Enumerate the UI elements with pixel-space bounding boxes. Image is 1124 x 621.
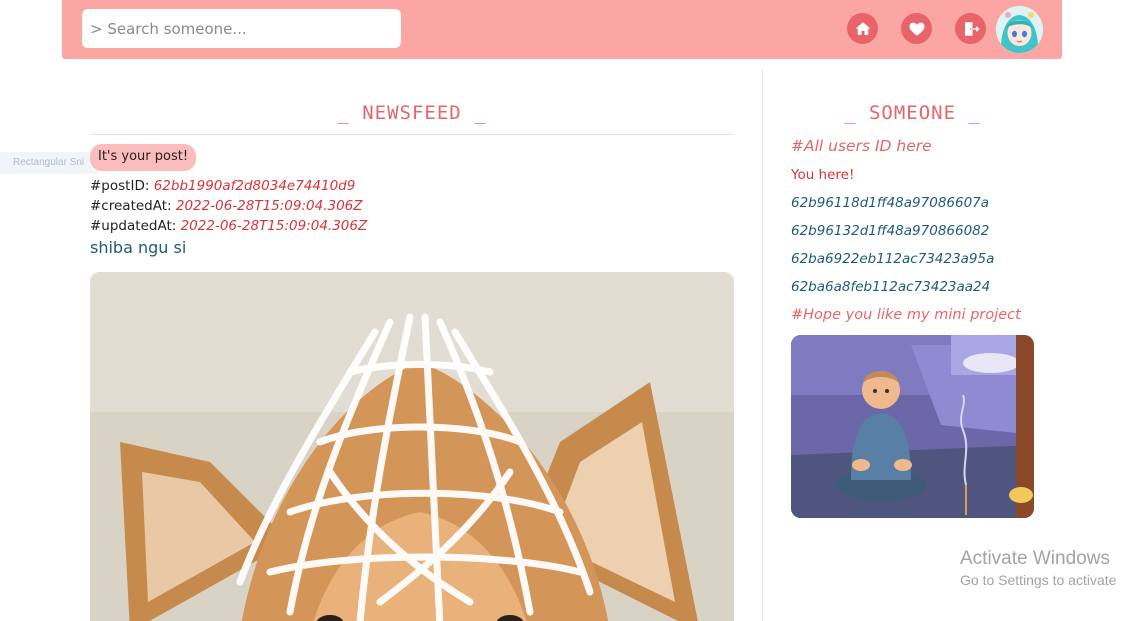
activate-subtitle: Go to Settings to activate — [960, 572, 1117, 588]
post-id-label: #postID: — [90, 178, 150, 194]
created-at-value: 2022-06-28T15:09:04.306Z — [175, 198, 363, 214]
column-divider — [762, 70, 763, 621]
meditation-gif — [791, 335, 1034, 518]
logout-icon — [964, 21, 980, 36]
favorites-button[interactable] — [901, 13, 932, 44]
activate-windows-watermark: Activate Windows Go to Settings to activ… — [960, 547, 1116, 589]
created-at-row: #createdAt: 2022-06-28T15:09:04.306Z — [90, 196, 734, 216]
post-caption: shiba ngu si — [90, 238, 187, 257]
snip-tooltip-text: Rectangular Sni — [13, 157, 85, 168]
newsfeed-title: _ NEWSFEED _ — [337, 102, 487, 124]
you-here-label: You here! — [791, 167, 855, 183]
cartoon-meditation-image — [791, 335, 1034, 518]
all-users-heading: #All users ID here — [791, 137, 932, 155]
someone-section: _ SOMEONE _ #All users ID here You here!… — [791, 60, 1051, 518]
shiba-photo — [90, 272, 734, 621]
home-button[interactable] — [847, 13, 878, 44]
updated-at-value: 2022-06-28T15:09:04.306Z — [180, 218, 368, 234]
user-id-link[interactable]: 62b96118d1ff48a97086607a — [791, 194, 1051, 212]
logout-button[interactable] — [955, 13, 986, 44]
user-avatar[interactable] — [996, 6, 1043, 53]
user-id-link[interactable]: 62b96132d1ff48a970866082 — [791, 222, 1051, 240]
created-at-label: #createdAt: — [90, 198, 172, 214]
search-box[interactable] — [82, 9, 401, 48]
heart-icon — [909, 22, 924, 36]
post-card: It's your post! #postID: 62bb1990af2d803… — [90, 135, 734, 621]
search-input[interactable] — [90, 9, 401, 48]
user-id-link[interactable]: 62ba6a8feb112ac73423aa24 — [791, 278, 1051, 296]
own-post-badge: It's your post! — [90, 144, 197, 171]
screen-snip-tooltip: Rectangular Sni — [0, 152, 98, 174]
activate-title: Activate Windows — [960, 548, 1110, 569]
updated-at-label: #updatedAt: — [90, 218, 177, 234]
avatar-image — [996, 6, 1043, 53]
post-id-row: #postID: 62bb1990af2d8034e74410d9 — [90, 176, 734, 196]
top-navbar — [62, 0, 1062, 59]
user-id-link[interactable]: 62ba6922eb112ac73423a95a — [791, 250, 1051, 268]
newsfeed-section: _ NEWSFEED _ It's your post! #postID: 62… — [90, 60, 734, 621]
updated-at-row: #updatedAt: 2022-06-28T15:09:04.306Z — [90, 216, 734, 236]
post-id-value: 62bb1990af2d8034e74410d9 — [153, 178, 356, 194]
home-icon — [855, 21, 870, 35]
hope-heading: #Hope you like my mini project — [791, 307, 1021, 323]
post-image[interactable] — [90, 272, 734, 621]
someone-title: _ SOMEONE _ — [844, 102, 981, 124]
app-page: Rectangular Sni _ NEWSFEED _ It's your p… — [0, 0, 1124, 621]
